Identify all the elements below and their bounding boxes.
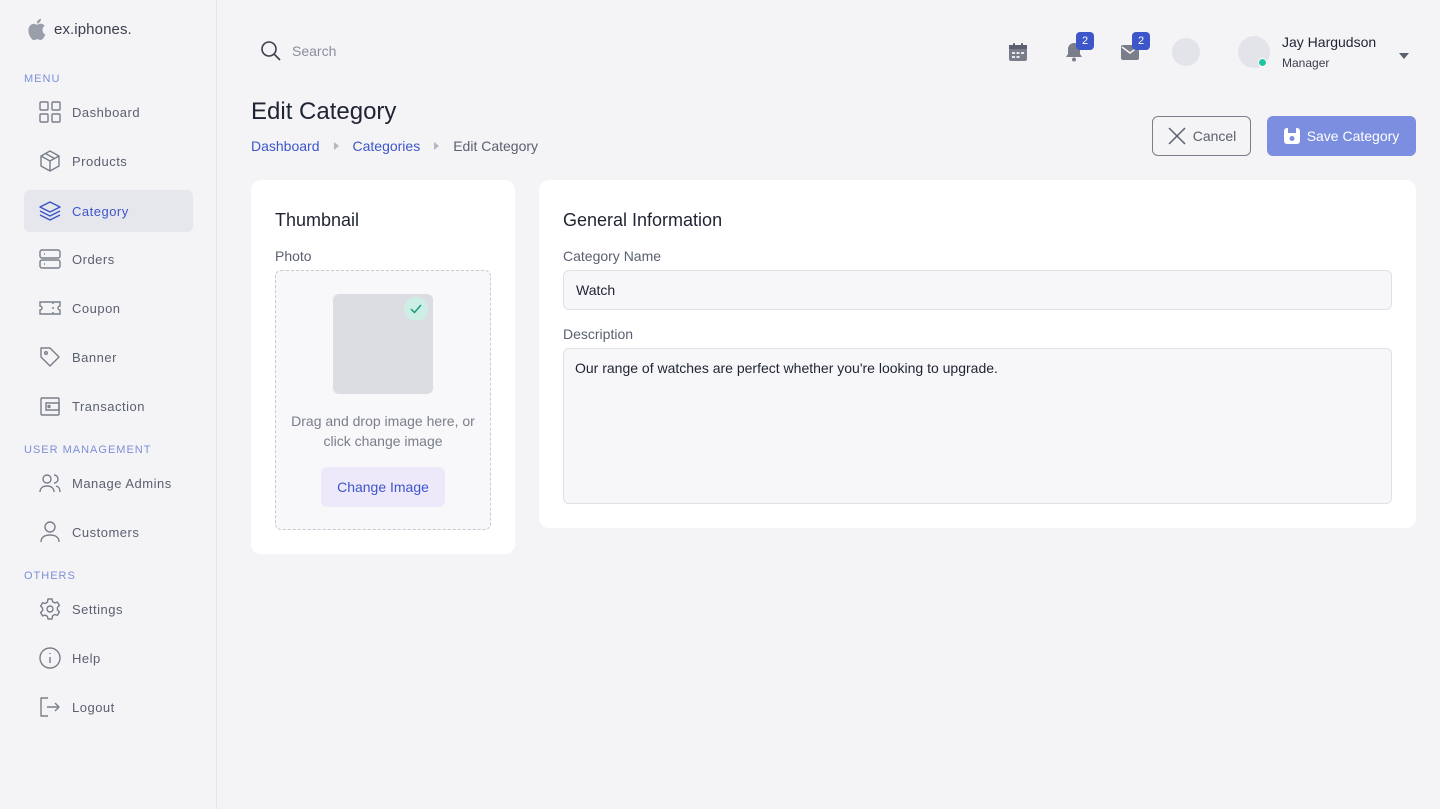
- breadcrumb-separator-icon: [333, 142, 339, 150]
- ticket-icon: [39, 301, 61, 315]
- gear-icon: [39, 598, 61, 620]
- sidebar-item-label: Category: [72, 203, 129, 219]
- logout-icon: [40, 697, 60, 717]
- wallet-icon: [40, 397, 60, 416]
- change-image-button[interactable]: Change Image: [321, 467, 445, 507]
- sidebar-item-label: Help: [72, 650, 101, 666]
- save-icon: [1283, 128, 1300, 144]
- search-bar: [260, 40, 592, 62]
- description-textarea[interactable]: Our range of watches are perfect whether…: [563, 348, 1392, 504]
- info-icon: [39, 647, 61, 669]
- category-name-label: Category Name: [563, 248, 662, 264]
- calendar-icon: [1009, 43, 1027, 61]
- grid-icon: [39, 101, 61, 123]
- brand-name: ex.iphones.: [54, 20, 132, 38]
- online-status-dot: [1258, 58, 1267, 67]
- status-circle[interactable]: [1172, 38, 1200, 66]
- sidebar-item-label: Transaction: [72, 398, 145, 414]
- image-dropzone[interactable]: Drag and drop image here, or click chang…: [275, 270, 491, 530]
- sidebar-item-coupon[interactable]: Coupon: [24, 287, 193, 329]
- sidebar-item-transaction[interactable]: Transaction: [24, 385, 193, 427]
- sidebar-item-label: Dashboard: [72, 104, 141, 120]
- tag-icon: [40, 347, 60, 367]
- caret-down-icon: [1399, 53, 1409, 59]
- sidebar-item-settings[interactable]: Settings: [24, 588, 193, 630]
- messages-badge: 2: [1132, 32, 1150, 50]
- layers-icon: [39, 201, 61, 221]
- cancel-button-label: Cancel: [1192, 128, 1237, 144]
- close-icon: [1168, 127, 1186, 145]
- sidebar-item-logout[interactable]: Logout: [24, 686, 193, 728]
- section-label-others: OTHERS: [24, 570, 76, 582]
- section-label-menu: MENU: [24, 73, 61, 85]
- sidebar-item-help[interactable]: Help: [24, 637, 193, 679]
- thumbnail-card: Thumbnail Photo Drag and drop image here…: [251, 180, 515, 554]
- section-label-user-management: USER MANAGEMENT: [24, 444, 152, 456]
- sidebar-item-customers[interactable]: Customers: [24, 511, 193, 553]
- save-button-label: Save Category: [1306, 128, 1400, 144]
- photo-label: Photo: [275, 248, 312, 264]
- breadcrumb-current: Edit Category: [453, 138, 539, 154]
- sidebar-item-label: Customers: [72, 524, 140, 540]
- general-information-title: General Information: [563, 210, 723, 230]
- page-title: Edit Category: [251, 98, 397, 125]
- sidebar-item-banner[interactable]: Banner: [24, 336, 193, 378]
- thumbnail-title: Thumbnail: [275, 210, 360, 230]
- description-label: Description: [563, 326, 634, 342]
- avatar[interactable]: [1238, 36, 1270, 68]
- messages-button[interactable]: 2: [1118, 32, 1150, 64]
- user-name: Jay Hargudson: [1282, 34, 1377, 50]
- sidebar-item-label: Orders: [72, 251, 115, 267]
- search-input[interactable]: [292, 43, 592, 59]
- breadcrumb-separator-icon: [434, 142, 440, 150]
- category-name-input[interactable]: [563, 270, 1392, 310]
- sidebar-item-manage-admins[interactable]: Manage Admins: [24, 462, 193, 504]
- breadcrumb: Dashboard Categories Edit Category: [251, 138, 538, 154]
- cancel-button[interactable]: Cancel: [1152, 116, 1251, 156]
- breadcrumb-dashboard[interactable]: Dashboard: [251, 138, 320, 154]
- search-icon[interactable]: [260, 40, 282, 62]
- sidebar-item-products[interactable]: Products: [24, 140, 193, 182]
- brand[interactable]: ex.iphones.: [28, 17, 132, 41]
- sidebar-item-dashboard[interactable]: Dashboard: [24, 91, 193, 133]
- box-icon: [40, 150, 60, 172]
- sidebar-item-label: Manage Admins: [72, 475, 172, 491]
- check-icon: [404, 297, 428, 321]
- sidebar-item-category[interactable]: Category: [24, 190, 193, 232]
- sidebar-item-label: Logout: [72, 699, 115, 715]
- sidebar-item-label: Coupon: [72, 300, 121, 316]
- save-category-button[interactable]: Save Category: [1267, 116, 1416, 156]
- users-icon: [39, 474, 61, 493]
- user-icon: [40, 521, 60, 543]
- user-role: Manager: [1282, 56, 1330, 70]
- user-menu-toggle[interactable]: [1398, 47, 1410, 65]
- dropzone-instructions: Drag and drop image here, or click chang…: [291, 413, 475, 449]
- notifications-button[interactable]: 2: [1062, 32, 1094, 64]
- breadcrumb-categories[interactable]: Categories: [353, 138, 421, 154]
- server-icon: [39, 249, 61, 269]
- sidebar-item-label: Products: [72, 153, 128, 169]
- sidebar: ex.iphones. MENU Dashboard Products Cate…: [0, 0, 217, 809]
- sidebar-item-label: Banner: [72, 349, 117, 365]
- general-information-card: General Information Category Name Descri…: [539, 180, 1416, 528]
- sidebar-item-orders[interactable]: Orders: [24, 238, 193, 280]
- calendar-button[interactable]: [1006, 40, 1030, 64]
- notifications-badge: 2: [1076, 32, 1094, 50]
- apple-icon: [28, 18, 46, 41]
- sidebar-item-label: Settings: [72, 601, 123, 617]
